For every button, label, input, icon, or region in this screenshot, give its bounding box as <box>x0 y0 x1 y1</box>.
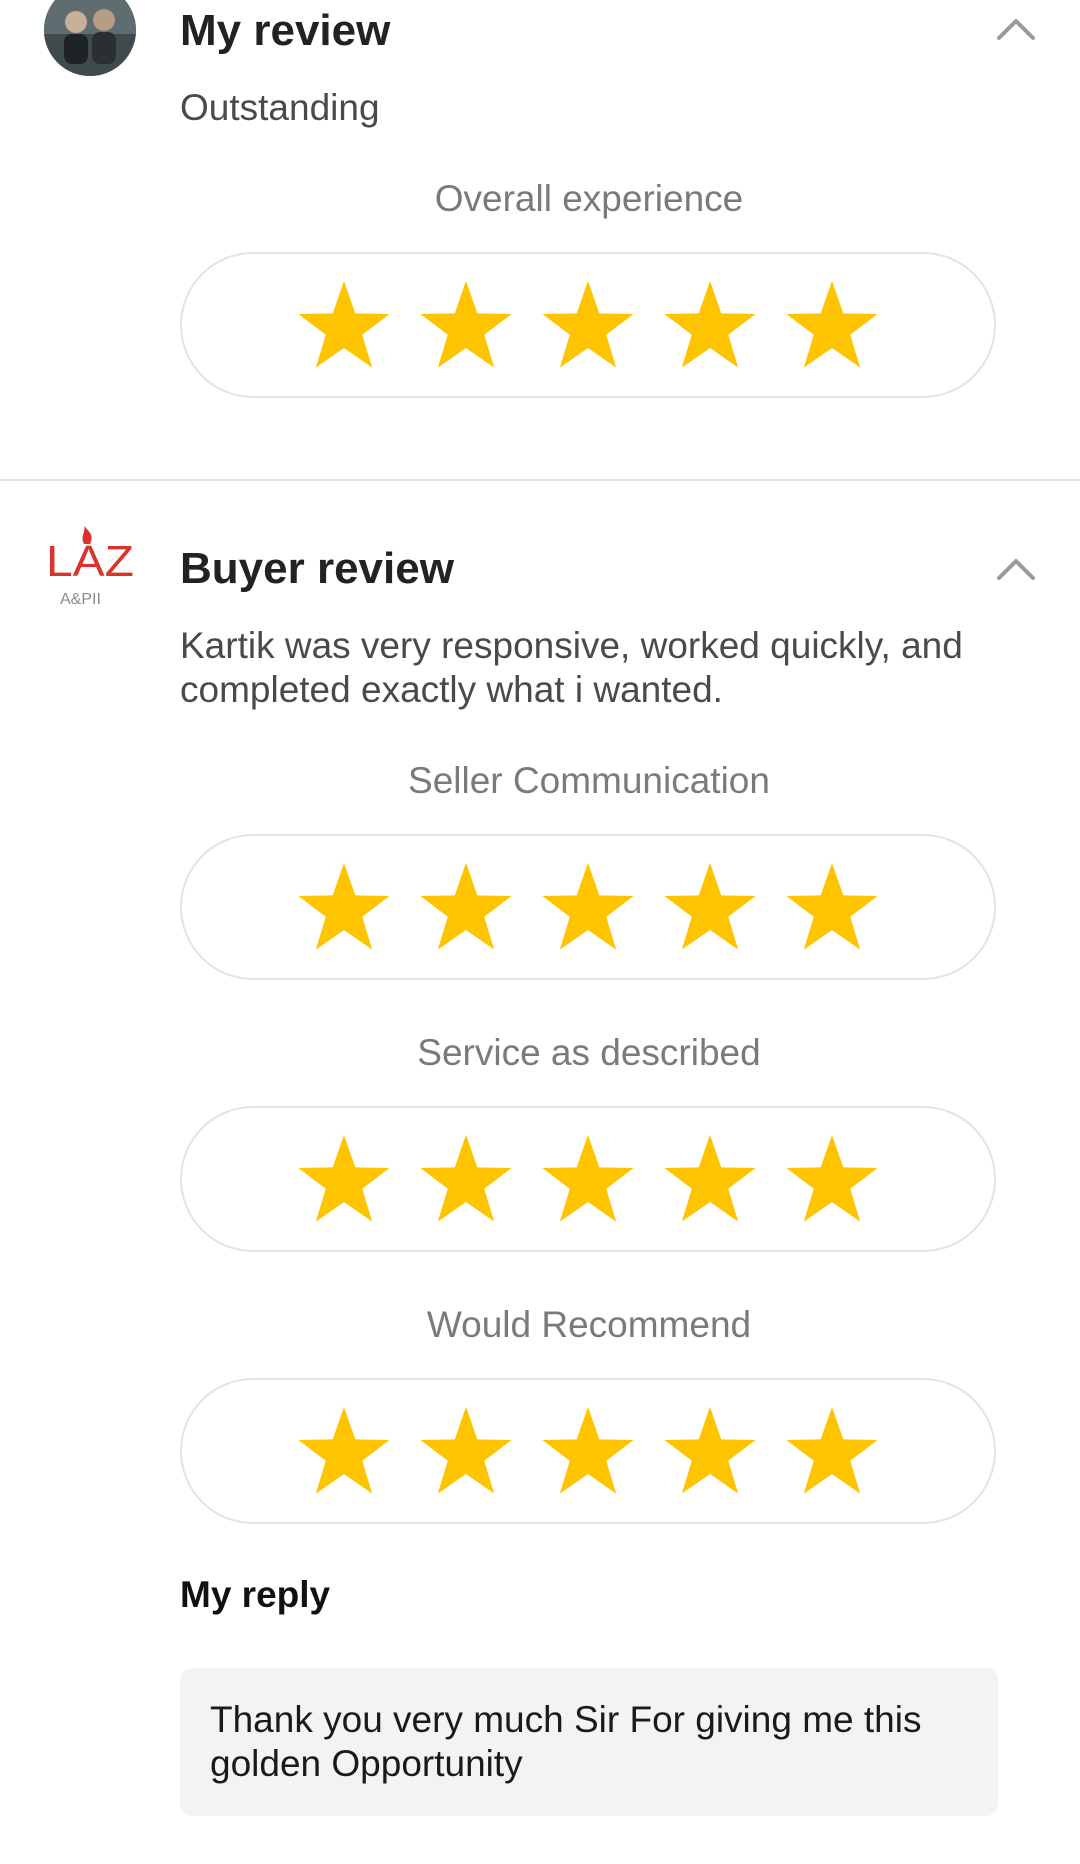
rating-service-as-described <box>180 1106 996 1252</box>
chevron-up-icon[interactable] <box>994 14 1038 44</box>
star-icon <box>664 862 756 950</box>
avatar[interactable] <box>44 0 136 76</box>
section-divider <box>0 479 1080 481</box>
star-icon <box>420 1406 512 1494</box>
my-reply-title: My reply <box>180 1574 331 1615</box>
rating-label-would-recommend: Would Recommend <box>426 1304 752 1345</box>
reply-box: Thank you very much Sir For giving me th… <box>180 1668 998 1816</box>
rating-label-overall-experience: Overall experience <box>434 178 744 219</box>
my-review-text: Outstanding <box>180 87 380 128</box>
logo-subtext: A&PII <box>60 591 101 608</box>
chevron-up-icon[interactable] <box>994 554 1038 584</box>
star-icon <box>542 1134 634 1222</box>
star-icon <box>664 1134 756 1222</box>
reply-text: Thank you very much Sir For giving me th… <box>210 1699 922 1784</box>
buyer-review-text: Kartik was very responsive, worked quick… <box>180 625 963 710</box>
star-icon <box>786 1406 878 1494</box>
star-icon <box>664 280 756 368</box>
star-icon <box>542 862 634 950</box>
star-icon <box>420 1134 512 1222</box>
star-icon <box>786 862 878 950</box>
rating-label-seller-communication: Seller Communication <box>408 760 770 801</box>
star-icon <box>664 1406 756 1494</box>
rating-label-service-as-described: Service as described <box>417 1032 761 1073</box>
star-icon <box>786 280 878 368</box>
avatar-photo <box>44 0 136 76</box>
star-icon <box>420 862 512 950</box>
logo-text: LAZ <box>46 537 134 586</box>
buyer-review-title: Buyer review <box>180 544 454 593</box>
my-review-title: My review <box>180 6 391 55</box>
star-icon <box>542 280 634 368</box>
star-icon <box>420 280 512 368</box>
star-icon <box>298 1406 390 1494</box>
star-icon <box>298 1134 390 1222</box>
rating-seller-communication <box>180 834 996 980</box>
rating-would-recommend <box>180 1378 996 1524</box>
star-icon <box>298 280 390 368</box>
star-icon <box>542 1406 634 1494</box>
buyer-logo: LAZ A&PII <box>40 524 140 614</box>
star-icon <box>298 862 390 950</box>
star-icon <box>786 1134 878 1222</box>
rating-overall-experience <box>180 252 996 398</box>
